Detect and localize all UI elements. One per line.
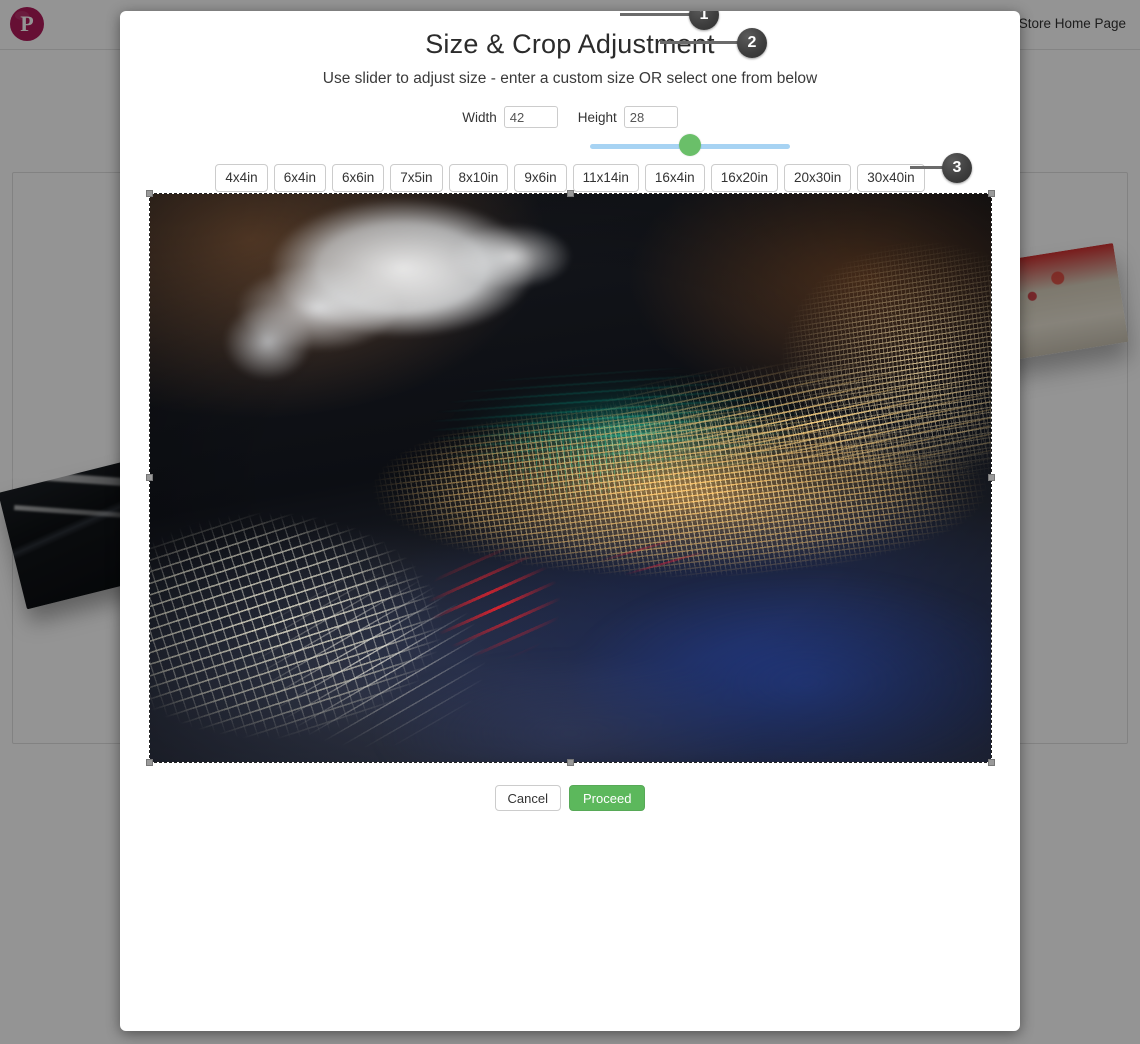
crop-handle-w[interactable]: [146, 474, 153, 481]
height-label: Height: [577, 109, 617, 125]
crop-handle-n[interactable]: [566, 190, 574, 197]
proceed-button[interactable]: Proceed: [569, 785, 646, 811]
preset-size-button-6x6in[interactable]: 6x6in: [331, 164, 385, 192]
preset-size-button-11x14in[interactable]: 11x14in: [572, 164, 639, 192]
preset-size-button-9x6in[interactable]: 9x6in: [514, 164, 567, 192]
preset-size-button-16x20in[interactable]: 16x20in: [710, 164, 778, 192]
crop-handle-se[interactable]: [988, 759, 995, 766]
preset-size-button-6x4in[interactable]: 6x4in: [273, 164, 326, 192]
modal-footer: Cancel Proceed: [120, 785, 1020, 811]
callout-leader-line-1: [620, 13, 695, 16]
photo-preview[interactable]: [150, 194, 991, 762]
height-input[interactable]: [623, 106, 678, 128]
size-input-row: Width Height: [120, 106, 1020, 128]
callout-badge-2: 2: [737, 28, 767, 58]
size-slider[interactable]: [590, 134, 790, 157]
width-input[interactable]: [503, 106, 558, 128]
crop-handle-s[interactable]: [566, 759, 574, 766]
modal-subtitle: Use slider to adjust size - enter a cust…: [322, 70, 818, 87]
crop-handle-nw[interactable]: [146, 190, 153, 197]
preset-size-button-20x30in[interactable]: 20x30in: [784, 164, 852, 192]
crop-handle-e[interactable]: [988, 474, 995, 481]
preset-size-button-row: 4x4in 6x4in 6x6in 7x5in 8x10in 9x6in 11x14in 16…: [120, 164, 1020, 192]
crop-area[interactable]: [146, 190, 995, 766]
preset-size-button-16x4in[interactable]: 16x4in: [644, 164, 705, 192]
crop-handle-ne[interactable]: [988, 190, 995, 197]
width-label: Width: [462, 109, 497, 125]
preset-size-button-8x10in[interactable]: 8x10in: [448, 164, 509, 192]
cancel-button[interactable]: Cancel: [494, 785, 562, 811]
crop-handle-sw[interactable]: [146, 759, 153, 766]
callout-badge-3: 3: [942, 153, 972, 183]
preset-size-button-4x4in[interactable]: 4x4in: [215, 164, 268, 192]
slider-thumb[interactable]: [679, 134, 701, 156]
callout-leader-line-2: [660, 41, 745, 44]
modal-title: Size & Crop Adjustment: [425, 29, 715, 59]
preset-size-button-7x5in[interactable]: 7x5in: [390, 164, 443, 192]
size-and-crop-modal: Size & Crop Adjustment Use slider to adj…: [120, 11, 1020, 1031]
photo-layer-vignette: [150, 194, 991, 762]
